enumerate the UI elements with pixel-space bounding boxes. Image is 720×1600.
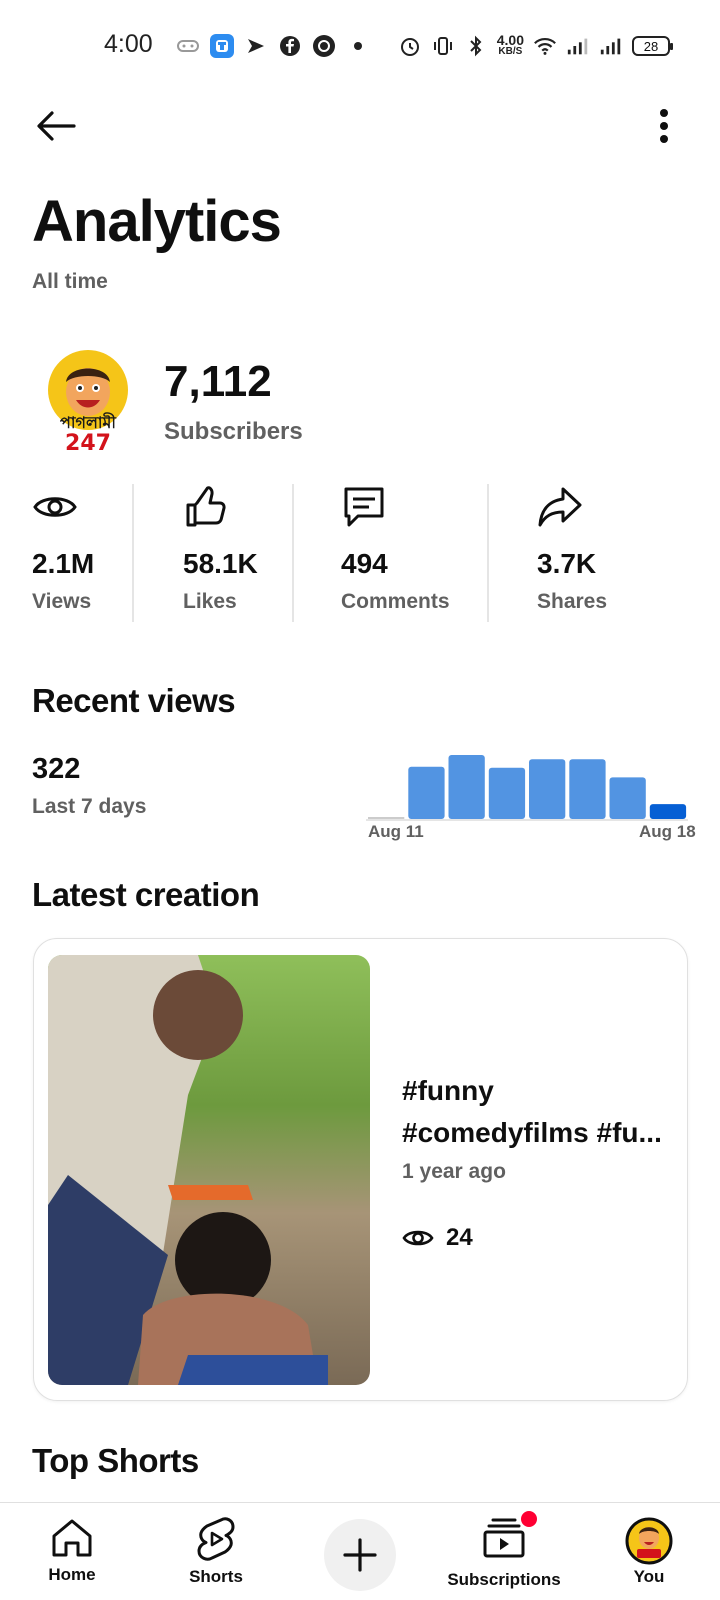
network-speed: 4.00 KB/S [496,32,524,57]
subscriber-count: 7,112 [164,357,272,406]
thumbs-up-icon [186,486,226,527]
status-bar: 4:00 4.00 KB/S 28 [0,0,720,90]
subscriptions-icon [483,1518,525,1558]
nav-shorts[interactable]: Shorts [180,1517,252,1587]
status-time: 4:00 [104,30,153,58]
chart-axis-start: Aug 11 [368,822,424,841]
subscriber-label: Subscribers [164,418,303,445]
views-value: 2.1M [32,548,95,579]
recent-views-title: Recent views [32,682,236,719]
chart-bar[interactable] [488,767,526,819]
chart-bar[interactable] [448,755,485,819]
latest-creation-title: Latest creation [32,876,260,913]
profile-avatar-icon [625,1517,673,1565]
shares-value: 3.7K [537,548,597,579]
plus-icon [343,1538,377,1572]
battery-indicator: 28 [632,36,673,56]
video-views-count: 24 [446,1224,473,1251]
notification-icons [176,30,370,62]
chart-baseline [366,819,688,821]
bluetooth-icon [464,34,488,58]
eye-icon [33,497,77,517]
page-title: Analytics [32,189,282,254]
video-age: 1 year ago [402,1160,506,1183]
video-title-line-2: #comedyfilms #fu... [402,1117,662,1148]
recent-views-period: Last 7 days [32,795,147,818]
shares-label: Shares [537,590,608,613]
subscriptions-icon-wrap [481,1511,537,1564]
avatar-text-2: 247 [65,431,111,454]
nav-subscriptions-label: Subscriptions [447,1570,561,1589]
signal-icon-1 [566,34,590,58]
back-button[interactable] [30,100,82,152]
nav-home[interactable]: Home [40,1517,104,1585]
views-label: Views [32,590,92,613]
video-title[interactable]: #funny #comedyfilms #fu... [402,1070,672,1154]
facebook-icon [278,34,302,58]
notification-dot [521,1511,537,1527]
video-views: 24 [402,1224,473,1252]
create-button[interactable] [324,1519,396,1591]
shorts-icon [197,1517,235,1561]
stat-likes[interactable]: 58.1K Likes [183,484,258,624]
video-thumbnail[interactable] [48,955,370,1385]
nav-shorts-label: Shorts [189,1567,243,1586]
chart-bar[interactable] [649,804,687,819]
chart-bar[interactable] [529,759,566,819]
app-t-icon [210,34,234,58]
send-icon [244,34,268,58]
game-controller-icon [176,34,200,58]
top-shorts-title: Top Shorts [32,1442,199,1479]
nav-subscriptions[interactable]: Subscriptions [447,1511,561,1590]
comments-label: Comments [341,590,450,613]
signal-icon-2 [599,34,623,58]
chart-bar[interactable] [368,817,405,819]
eye-icon [402,1230,434,1246]
vibrate-icon [431,34,455,58]
comments-value: 494 [341,548,388,579]
more-vert-icon [660,109,668,143]
alarm-icon [398,34,422,58]
divider [487,484,489,622]
recent-views-count: 322 [32,753,81,785]
wifi-icon [533,34,557,58]
comment-icon [344,487,384,527]
home-icon [52,1519,92,1557]
chart-axis-end: Aug 18 [639,822,696,841]
app-badge-icon [312,34,336,58]
likes-label: Likes [183,590,237,613]
channel-avatar: পাগলামী 247 [44,350,132,456]
chart-bar[interactable] [569,759,606,819]
nav-you-label: You [633,1567,665,1586]
stat-views[interactable]: 2.1M Views [32,484,94,624]
back-arrow-icon [37,111,76,141]
share-icon [538,487,582,527]
time-range-label: All time [32,270,108,293]
divider [132,484,134,622]
likes-value: 58.1K [183,548,258,579]
system-icons: 4.00 KB/S 28 [398,30,673,62]
dot-icon [346,34,370,58]
stat-comments[interactable]: 494 Comments [341,484,450,624]
chart-bar[interactable] [609,777,646,819]
chart-bar[interactable] [408,766,445,819]
stat-shares[interactable]: 3.7K Shares [537,484,607,624]
avatar-text-1: পাগলামী [60,412,117,432]
more-options-button[interactable] [644,100,684,152]
bottom-navigation: Home Shorts Subscriptions You [0,1502,720,1600]
nav-home-label: Home [48,1565,96,1584]
video-title-line-1: #funny [402,1075,494,1106]
nav-you[interactable]: You [618,1517,680,1587]
divider [292,484,294,622]
